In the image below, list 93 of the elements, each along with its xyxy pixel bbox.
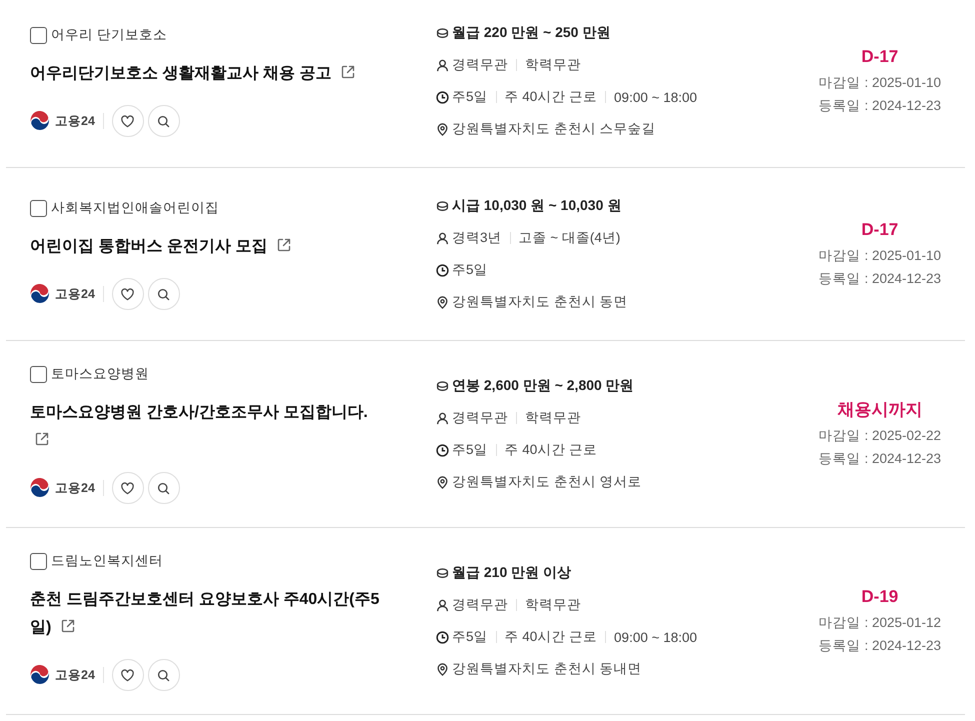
location-pin-icon [436,122,449,136]
swirl-emblem-icon [30,478,50,498]
search-button[interactable] [148,472,180,504]
source-label: 고용24 [55,112,95,130]
job-title-link[interactable]: 어우리단기보호소 생활재활교사 채용 공고 [30,60,386,88]
deadline-countdown: D-19 [861,586,898,608]
deadline-countdown: D-17 [861,218,898,240]
requirement-text: 학력무관 [525,56,581,74]
swirl-emblem-icon [30,665,50,685]
location-pin-icon [436,662,449,676]
job-title-link[interactable]: 토마스요양병원 간호사/간호조무사 모집합니다. [30,399,386,455]
search-icon [156,114,172,128]
location-text: 강원특별자치도 춘천시 스무숲길 [452,120,656,138]
schedule-text: 주5일 [452,88,488,106]
search-icon [156,480,172,496]
location-text: 강원특별자치도 춘천시 동내면 [452,660,642,678]
location-pin-icon [436,296,449,308]
company-name: 토마스요양병원 [51,365,149,383]
search-button[interactable] [148,659,180,691]
posted-date: 등록일 : 2024-12-23 [818,450,941,468]
schedule-text: 주5일 [452,628,488,646]
requirement-text: 경력무관 [452,409,508,427]
search-icon [156,668,172,682]
requirement-text: 학력무관 [525,409,581,427]
clock-icon [436,444,449,456]
external-link-icon [276,237,292,253]
company-name: 사회복지법인애솔어린이집 [51,199,219,217]
person-icon [436,58,449,72]
swirl-emblem-icon [30,284,50,304]
requirement-text: 경력무관 [452,596,508,614]
heart-icon [120,668,136,682]
favorite-button[interactable] [112,278,144,310]
search-button[interactable] [148,105,180,137]
location-text: 강원특별자치도 춘천시 동면 [452,293,628,311]
schedule-text: 09:00 ~ 18:00 [614,630,697,644]
deadline-date: 마감일 : 2025-01-10 [818,74,941,92]
requirement-text: 학력무관 [525,596,581,614]
checkbox[interactable] [30,26,47,44]
schedule-text: 주 40시간 근로 [504,628,598,646]
checkbox[interactable] [30,200,47,216]
source-label: 고용24 [55,286,95,302]
search-icon [156,286,172,302]
deadline-date: 마감일 : 2025-02-22 [818,426,941,444]
heart-icon [120,114,136,128]
deadline-countdown: D-17 [861,46,898,68]
job-title-link[interactable]: 춘천 드림주간보호센터 요양보호사 주40시간(주5일) [30,586,386,642]
salary-text: 연봉 2,600 만원 ~ 2,800 만원 [452,377,634,395]
clock-icon [436,264,449,276]
deadline-countdown: 채용시까지 [837,398,922,420]
location-pin-icon [436,476,449,488]
person-icon [436,232,449,244]
clock-icon [436,90,449,104]
source-label: 고용24 [55,480,95,496]
schedule-text: 09:00 ~ 18:00 [614,90,697,104]
person-icon [436,412,449,424]
salary-text: 월급 210 만원 이상 [452,564,572,582]
requirement-text: 경력무관 [452,56,508,74]
company-name: 드림노인복지센터 [51,552,163,570]
heart-icon [120,480,136,496]
location-text: 강원특별자치도 춘천시 영서로 [452,473,642,491]
external-link-icon [60,618,76,634]
schedule-text: 주5일 [452,441,488,459]
company-name: 어우리 단기보호소 [51,26,167,44]
checkbox[interactable] [30,552,47,570]
favorite-button[interactable] [112,105,144,137]
schedule-text: 주 40시간 근로 [504,88,598,106]
deadline-date: 마감일 : 2025-01-12 [818,614,941,632]
salary-text: 월급 220 만원 ~ 250 만원 [452,24,610,42]
favorite-button[interactable] [112,659,144,691]
posted-date: 등록일 : 2024-12-23 [818,96,941,114]
deadline-date: 마감일 : 2025-01-10 [818,246,941,264]
search-button[interactable] [148,278,180,310]
salary-text: 시급 10,030 원 ~ 10,030 원 [452,197,622,215]
posted-date: 등록일 : 2024-12-23 [818,270,941,288]
clock-icon [436,630,449,644]
coin-stack-icon [436,200,449,212]
checkbox[interactable] [30,366,47,382]
posted-date: 등록일 : 2024-12-23 [818,636,941,654]
coin-stack-icon [436,26,449,40]
requirement-text: 고졸 ~ 대졸(4년) [518,229,620,247]
schedule-text: 주 40시간 근로 [504,441,598,459]
job-title-link[interactable]: 어린이집 통합버스 운전기사 모집 [30,233,386,261]
external-link-icon [340,64,356,80]
external-link-icon [34,431,50,447]
requirement-text: 경력3년 [452,229,502,247]
source-label: 고용24 [55,666,95,684]
heart-icon [120,286,136,302]
favorite-button[interactable] [112,472,144,504]
coin-stack-icon [436,566,449,580]
person-icon [436,598,449,612]
swirl-emblem-icon [30,111,50,131]
coin-stack-icon [436,380,449,392]
schedule-text: 주5일 [452,261,488,279]
